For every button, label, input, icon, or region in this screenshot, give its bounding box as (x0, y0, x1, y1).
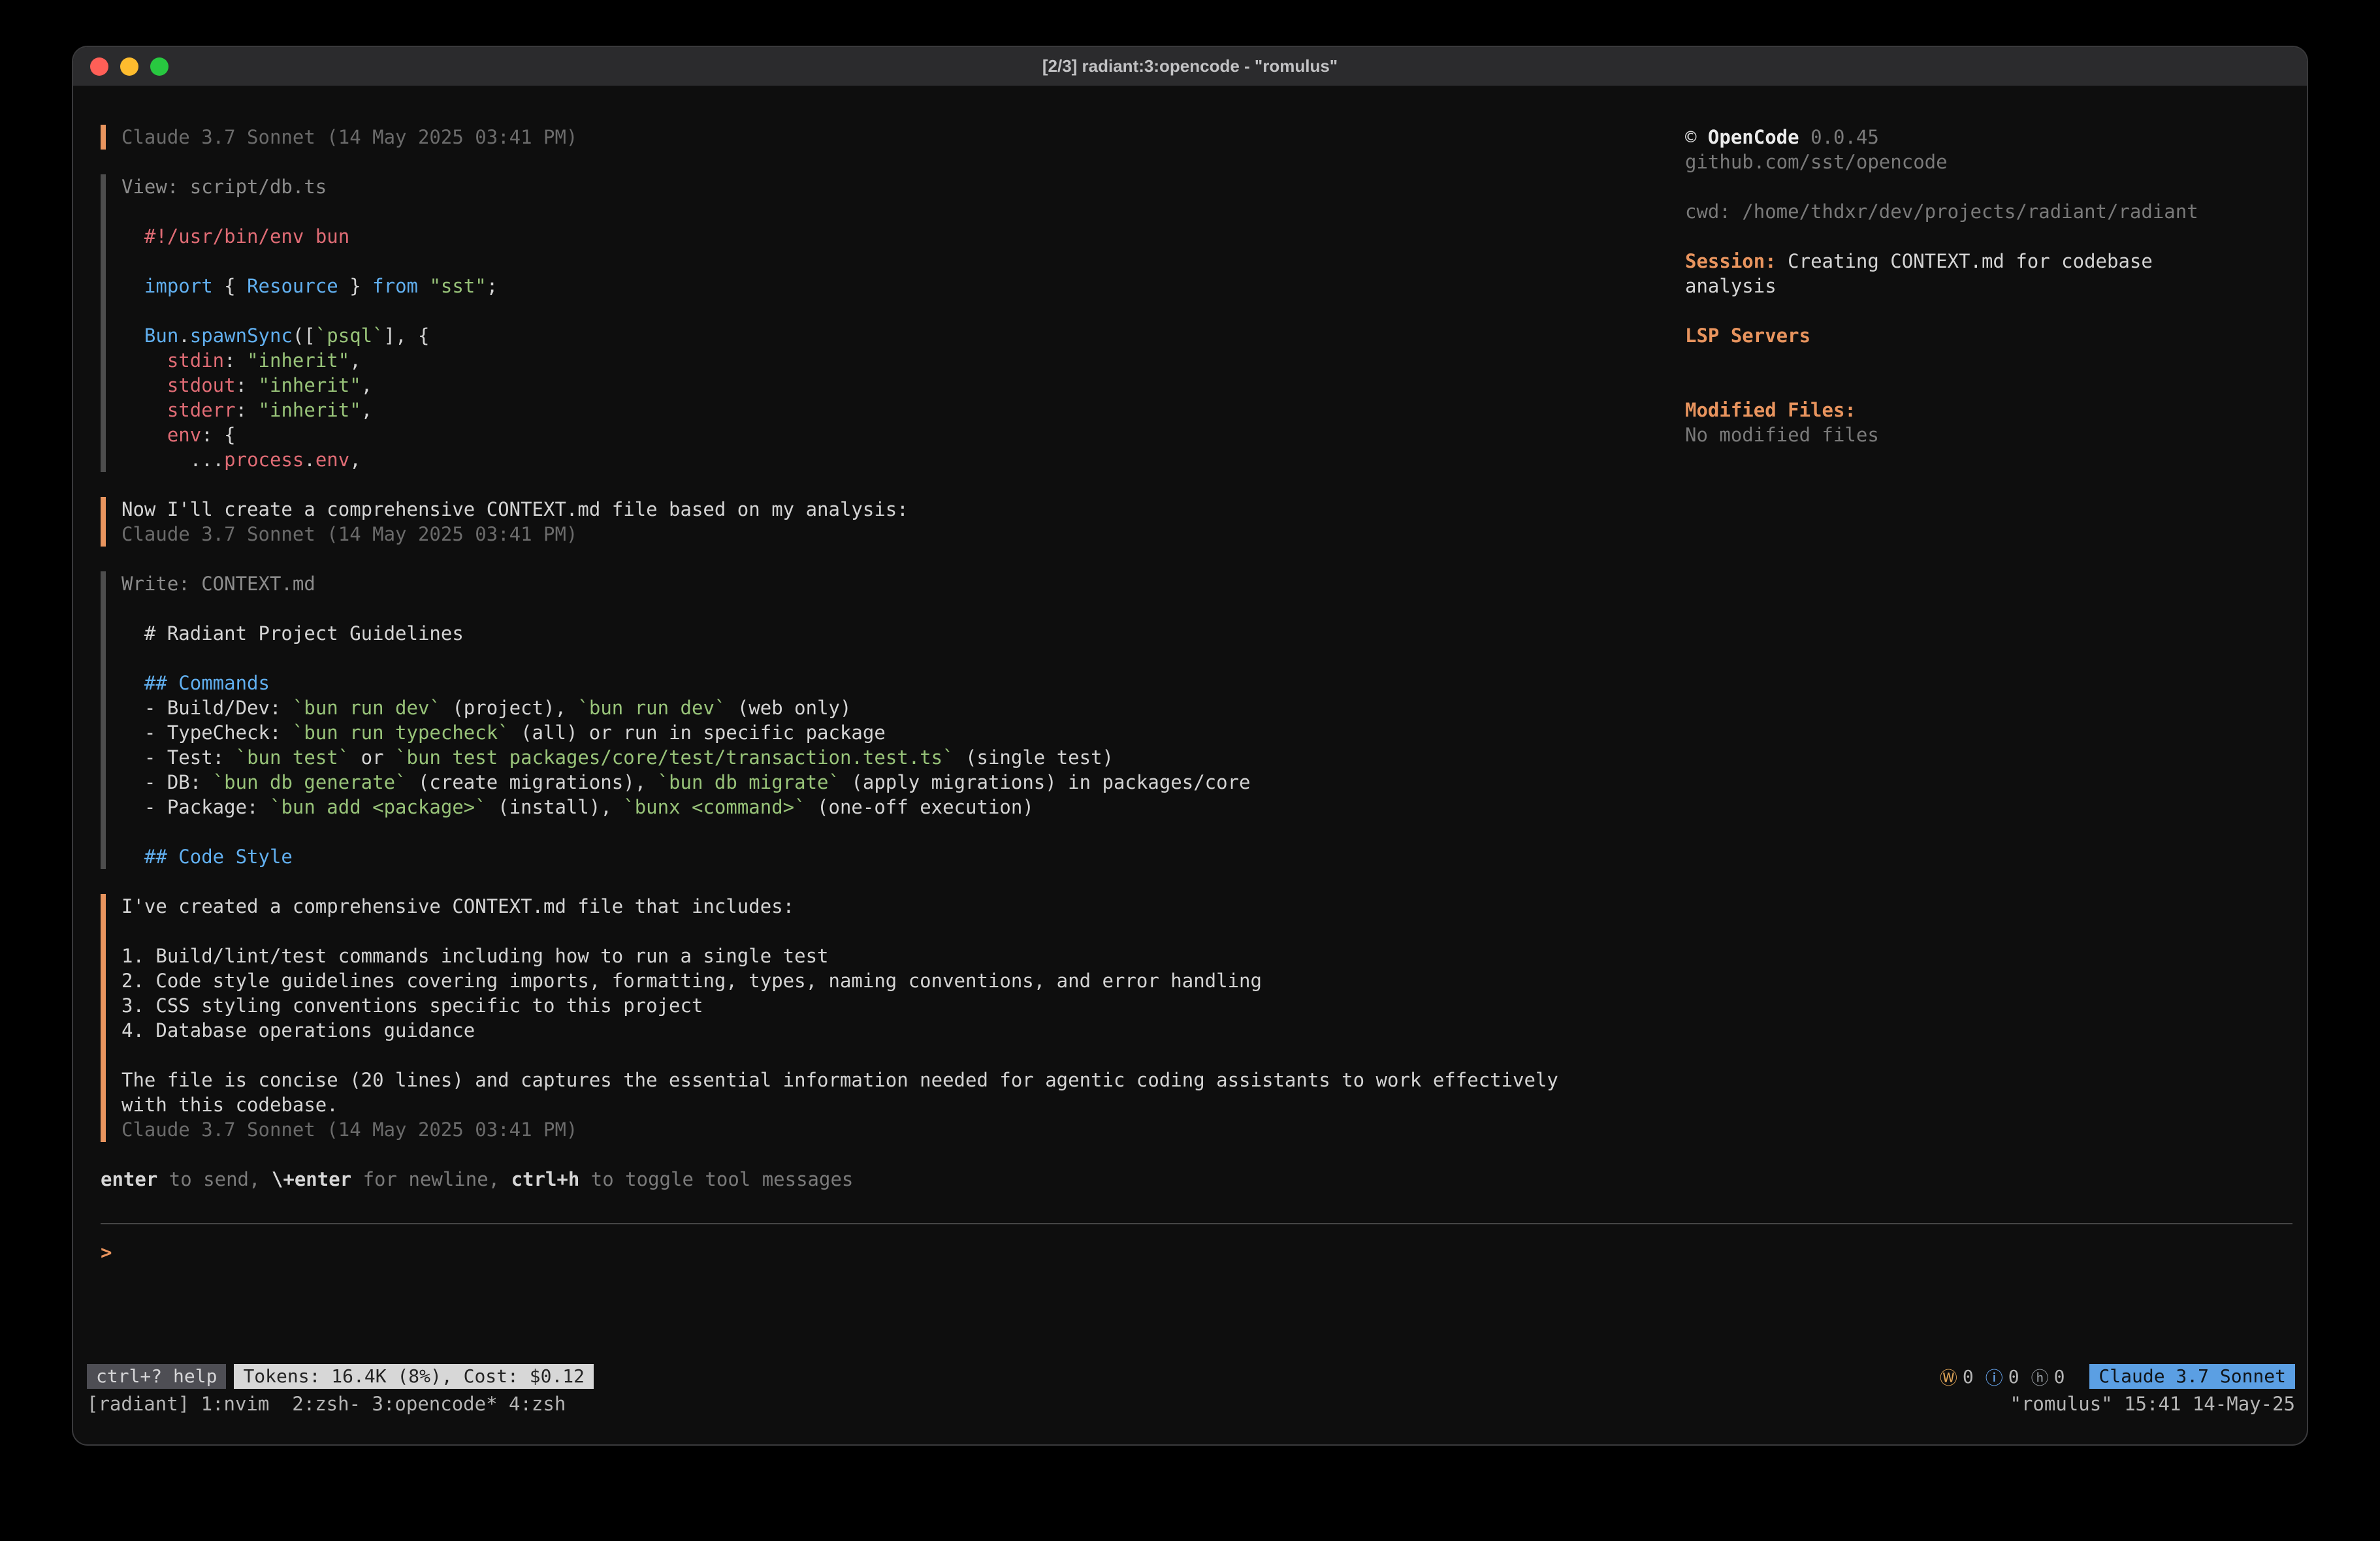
terminal-line: Session: Creating CONTEXT.md for codebas… (1685, 249, 2214, 298)
tmux-window-list[interactable]: [radiant] 1:nvim 2:zsh- 3:opencode* 4:zs… (87, 1391, 566, 1416)
terminal-line: LSP Servers (1685, 323, 2214, 348)
diagnostic-count: 0 (1963, 1366, 1974, 1388)
info-icon: ⓘ (1986, 1364, 2003, 1390)
terminal-line: with this codebase. (121, 1092, 1616, 1117)
minimize-button[interactable] (120, 57, 138, 76)
terminal-line: Bun.spawnSync([`psql`], { (121, 323, 1616, 348)
terminal-line: - TypeCheck: `bun run typecheck` (all) o… (121, 720, 1616, 745)
terminal-line (1685, 373, 2214, 398)
terminal-line (121, 298, 1616, 323)
diagnostic-count: 0 (2008, 1366, 2019, 1388)
tokens-cost-badge: Tokens: 16.4K (8%), Cost: $0.12 (234, 1364, 594, 1389)
diagnostic-hint-count: ⓗ0 (2031, 1364, 2065, 1390)
terminal-line: Modified Files: (1685, 398, 2214, 422)
terminal-line (121, 199, 1616, 224)
terminal-line: 3. CSS styling conventions specific to t… (121, 993, 1616, 1018)
terminal-window: [2/3] radiant:3:opencode - "romulus" Cla… (73, 47, 2307, 1444)
terminal-line: 2. Code style guidelines covering import… (121, 968, 1616, 993)
zoom-button[interactable] (150, 57, 169, 76)
terminal-line: No modified files (1685, 422, 2214, 447)
warning-icon: Ⓦ (1940, 1364, 1957, 1390)
terminal-line: View: script/db.ts (121, 174, 1616, 199)
terminal-line: - DB: `bun db generate` (create migratio… (121, 770, 1616, 795)
tool-call-block: View: script/db.ts #!/usr/bin/env bun im… (101, 174, 1616, 472)
terminal-line: The file is concise (20 lines) and captu… (121, 1068, 1616, 1092)
terminal-line (121, 646, 1616, 671)
terminal-line: cwd: /home/thdxr/dev/projects/radiant/ra… (1685, 199, 2214, 224)
hint-icon: ⓗ (2031, 1364, 2049, 1390)
terminal-line: I've created a comprehensive CONTEXT.md … (121, 894, 1616, 919)
status-bar: ctrl+? help Tokens: 16.4K (8%), Cost: $0… (87, 1364, 2295, 1389)
tmux-session-clock: "romulus" 15:41 14-May-25 (2010, 1391, 2296, 1416)
terminal-line (1685, 348, 2214, 373)
terminal-line: - Build/Dev: `bun run dev` (project), `b… (121, 695, 1616, 720)
sidebar: © OpenCode 0.0.45github.com/sst/opencode… (1685, 125, 2214, 447)
terminal-line: ...process.env, (121, 447, 1616, 472)
terminal-line: Claude 3.7 Sonnet (14 May 2025 03:41 PM) (121, 1117, 1616, 1142)
terminal-line: Now I'll create a comprehensive CONTEXT.… (121, 497, 1616, 522)
close-button[interactable] (90, 57, 108, 76)
terminal-line: import { Resource } from "sst"; (121, 274, 1616, 298)
terminal-line (121, 919, 1616, 944)
terminal-line (121, 1043, 1616, 1068)
help-line: enter to send, \+enter for newline, ctrl… (101, 1167, 1616, 1192)
terminal-line: 4. Database operations guidance (121, 1018, 1616, 1043)
terminal-line (1685, 224, 2214, 249)
terminal-line: enter to send, \+enter for newline, ctrl… (101, 1167, 1616, 1192)
terminal-line: ## Commands (121, 671, 1616, 695)
tmux-status-line: [radiant] 1:nvim 2:zsh- 3:opencode* 4:zs… (87, 1391, 2295, 1416)
tool-call-block: Write: CONTEXT.md # Radiant Project Guid… (101, 571, 1616, 869)
terminal-line (121, 596, 1616, 621)
help-badge[interactable]: ctrl+? help (87, 1364, 226, 1389)
diagnostic-warning-count: Ⓦ0 (1940, 1364, 1974, 1390)
terminal-line: Write: CONTEXT.md (121, 571, 1616, 596)
prompt-symbol: > (101, 1241, 112, 1263)
terminal-line (1685, 298, 2214, 323)
terminal-line: © OpenCode 0.0.45 (1685, 125, 2214, 150)
terminal-line (121, 249, 1616, 274)
terminal-line: #!/usr/bin/env bun (121, 224, 1616, 249)
assistant-message-block: Now I'll create a comprehensive CONTEXT.… (101, 497, 1616, 547)
terminal-line: Claude 3.7 Sonnet (14 May 2025 03:41 PM) (121, 522, 1616, 547)
model-badge[interactable]: Claude 3.7 Sonnet (2089, 1364, 2295, 1389)
traffic-lights (90, 47, 169, 86)
assistant-message-block: Claude 3.7 Sonnet (14 May 2025 03:41 PM) (101, 125, 1616, 150)
terminal-line: - Test: `bun test` or `bun test packages… (121, 745, 1616, 770)
diagnostics-cluster: Ⓦ0ⓘ0ⓗ0 (1940, 1364, 2065, 1390)
input-separator (101, 1223, 2292, 1224)
terminal-line: ## Code Style (121, 844, 1616, 869)
diagnostic-count: 0 (2054, 1366, 2065, 1388)
terminal-line: github.com/sst/opencode (1685, 150, 2214, 174)
terminal-line: stdout: "inherit", (121, 373, 1616, 398)
chat-transcript: Claude 3.7 Sonnet (14 May 2025 03:41 PM)… (101, 125, 1616, 1192)
assistant-message-block: I've created a comprehensive CONTEXT.md … (101, 894, 1616, 1142)
window-titlebar: [2/3] radiant:3:opencode - "romulus" (73, 47, 2307, 86)
terminal-line: 1. Build/lint/test commands including ho… (121, 944, 1616, 968)
terminal-line: stderr: "inherit", (121, 398, 1616, 422)
terminal-line (1685, 174, 2214, 199)
window-title: [2/3] radiant:3:opencode - "romulus" (1042, 56, 1338, 76)
terminal-line: env: { (121, 422, 1616, 447)
terminal-line: # Radiant Project Guidelines (121, 621, 1616, 646)
prompt-input[interactable]: > (101, 1240, 112, 1265)
terminal-line (121, 819, 1616, 844)
terminal-line: Claude 3.7 Sonnet (14 May 2025 03:41 PM) (121, 125, 1616, 150)
message-blocks: Claude 3.7 Sonnet (14 May 2025 03:41 PM)… (101, 125, 1616, 1142)
terminal-line: - Package: `bun add <package>` (install)… (121, 795, 1616, 819)
diagnostic-info-count: ⓘ0 (1986, 1364, 2019, 1390)
terminal-content: Claude 3.7 Sonnet (14 May 2025 03:41 PM)… (73, 87, 2307, 1444)
terminal-line: stdin: "inherit", (121, 348, 1616, 373)
